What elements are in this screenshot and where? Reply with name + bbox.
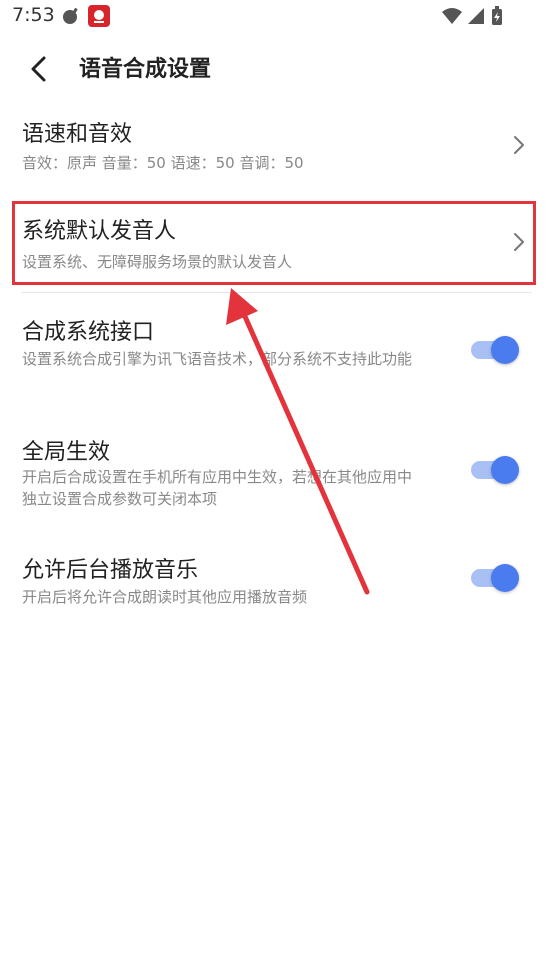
battery-icon [492, 6, 502, 25]
background-music-toggle[interactable] [471, 564, 519, 592]
setting-default-speaker[interactable]: 系统默认发音人 设置系统、无障碍服务场景的默认发音人 [0, 205, 546, 283]
synthesis-interface-toggle[interactable] [471, 336, 519, 364]
chevron-right-icon [514, 233, 524, 251]
toggle-knob [491, 456, 519, 484]
divider [22, 292, 532, 293]
setting-subtitle: 开启后将允许合成朗读时其他应用播放音频 [22, 588, 308, 606]
setting-global-effect: 全局生效 开启后合成设置在手机所有应用中生效，若想在其他应用中独立设置合成参数可… [0, 430, 546, 520]
header: 语音合成设置 [0, 40, 546, 92]
setting-subtitle: 设置系统、无障碍服务场景的默认发音人 [22, 253, 293, 271]
toggle-knob [491, 564, 519, 592]
setting-background-music: 允许后台播放音乐 开启后将允许合成朗读时其他应用播放音频 [0, 548, 546, 618]
setting-title: 系统默认发音人 [22, 219, 177, 244]
page-title: 语音合成设置 [79, 57, 212, 82]
back-button[interactable] [20, 48, 60, 88]
chevron-right-icon [514, 136, 524, 154]
global-effect-toggle[interactable] [471, 456, 519, 484]
setting-subtitle: 开启后合成设置在手机所有应用中生效，若想在其他应用中独立设置合成参数可关闭本项 [22, 468, 413, 508]
status-bar: 7:53 [0, 0, 546, 34]
setting-speed-effects[interactable]: 语速和音效 音效：原声 音量：50 语速：50 音调：50 [0, 110, 546, 190]
setting-subtitle: 设置系统合成引擎为讯飞语音技术，部分系统不支持此功能 [22, 350, 413, 368]
setting-title: 语速和音效 [22, 122, 133, 147]
setting-title: 全局生效 [22, 440, 111, 465]
signal-icon [468, 8, 484, 24]
wifi-icon [442, 8, 462, 24]
setting-title: 合成系统接口 [22, 320, 155, 345]
setting-synthesis-interface: 合成系统接口 设置系统合成引擎为讯飞语音技术，部分系统不支持此功能 [0, 310, 546, 400]
toggle-knob [491, 336, 519, 364]
setting-title: 允许后台播放音乐 [22, 558, 199, 583]
red-app-icon [88, 5, 110, 27]
setting-subtitle: 音效：原声 音量：50 语速：50 音调：50 [22, 154, 304, 172]
status-icons [440, 6, 510, 32]
chevron-left-icon [31, 56, 46, 82]
status-time: 7:53 [12, 4, 55, 26]
bomb-app-icon [63, 7, 78, 24]
